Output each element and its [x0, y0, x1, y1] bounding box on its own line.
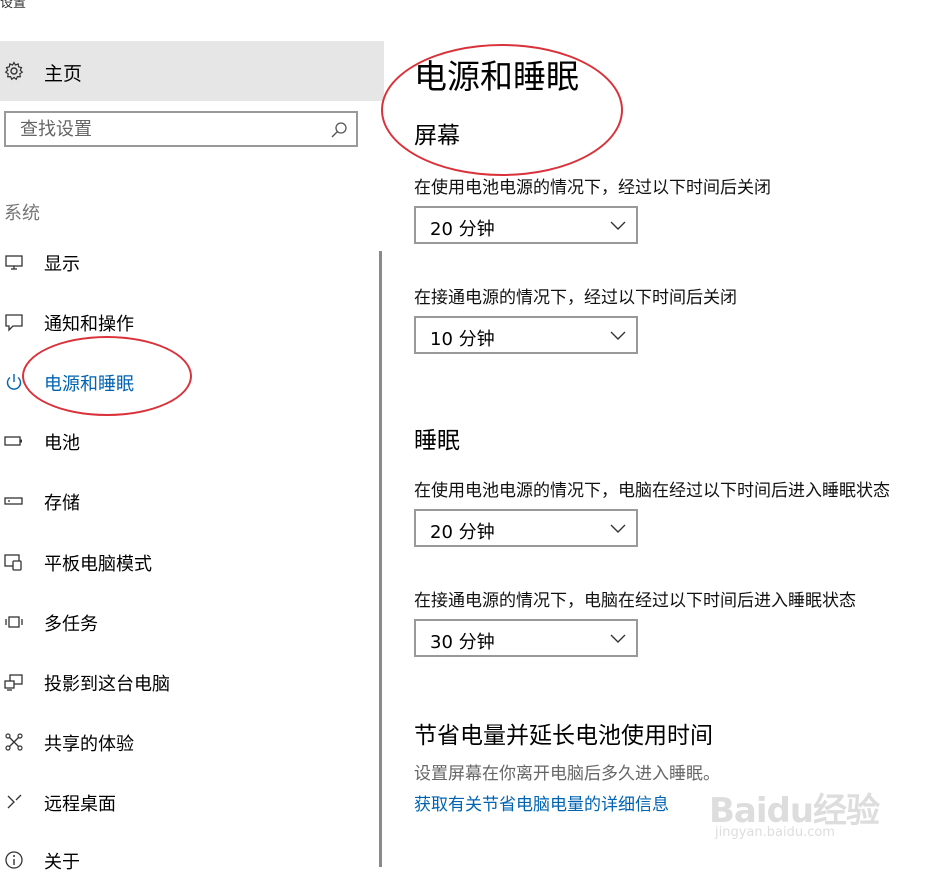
sidebar-item-notifications[interactable]: 通知和操作	[0, 302, 378, 342]
battery-icon	[4, 436, 22, 446]
sleep-battery-dropdown[interactable]: 20 分钟	[414, 509, 638, 547]
chevron-down-icon	[610, 634, 626, 643]
search-input[interactable]	[6, 113, 326, 145]
dropdown-value: 30 分钟	[430, 632, 495, 653]
monitor-icon	[5, 255, 23, 270]
power-tips-link[interactable]: 获取有关节省电脑电量的详细信息	[414, 790, 669, 815]
dropdown-value: 10 分钟	[430, 329, 495, 350]
save-power-heading: 节省电量并延长电池使用时间	[414, 723, 713, 749]
sidebar-item-label: 显示	[44, 254, 80, 275]
remote-desktop-icon	[7, 794, 22, 809]
sleep-section-heading: 睡眠	[414, 428, 460, 454]
sidebar-item-storage[interactable]: 存储	[0, 481, 378, 521]
shared-experience-icon	[5, 733, 23, 751]
sidebar-item-label: 通知和操作	[44, 314, 134, 335]
sleep-plugged-dropdown[interactable]: 30 分钟	[414, 619, 638, 657]
sidebar: 主页 系统 显示 通知和操作 电源和睡眠	[0, 0, 384, 873]
sidebar-item-tablet-mode[interactable]: 平板电脑模式	[0, 542, 378, 582]
screen-battery-dropdown[interactable]: 20 分钟	[414, 206, 638, 244]
screen-plugged-label: 在接通电源的情况下，经过以下时间后关闭	[414, 288, 737, 308]
notification-icon	[5, 314, 23, 332]
search-icon[interactable]	[330, 121, 348, 139]
chevron-down-icon	[610, 524, 626, 533]
tablet-mode-icon	[4, 554, 22, 571]
info-icon	[5, 851, 23, 869]
sidebar-scrollbar[interactable]	[379, 251, 382, 867]
sidebar-item-label: 存储	[44, 493, 80, 514]
dropdown-value: 20 分钟	[430, 522, 495, 543]
sidebar-item-label: 投影到这台电脑	[44, 674, 170, 695]
gear-icon	[4, 61, 24, 81]
chevron-down-icon	[610, 331, 626, 340]
sidebar-item-label: 关于	[44, 852, 80, 873]
screen-plugged-dropdown[interactable]: 10 分钟	[414, 316, 638, 354]
sidebar-item-battery[interactable]: 电池	[0, 421, 378, 461]
sidebar-home[interactable]: 主页	[0, 41, 384, 101]
project-icon	[4, 674, 23, 691]
sidebar-item-multitasking[interactable]: 多任务	[0, 602, 378, 642]
sidebar-item-label: 电池	[44, 433, 80, 454]
multitask-icon	[5, 616, 23, 628]
sidebar-item-about[interactable]: 关于	[0, 840, 378, 880]
sidebar-item-shared-experiences[interactable]: 共享的体验	[0, 722, 378, 762]
screen-section-heading: 屏幕	[414, 123, 460, 149]
sidebar-item-label: 多任务	[44, 614, 98, 635]
sidebar-home-label: 主页	[44, 63, 83, 85]
sidebar-item-label: 平板电脑模式	[44, 554, 152, 575]
save-power-description: 设置屏幕在你离开电脑后多久进入睡眠。	[414, 764, 720, 784]
sleep-plugged-label: 在接通电源的情况下，电脑在经过以下时间后进入睡眠状态	[414, 591, 856, 611]
storage-icon	[4, 497, 23, 505]
sidebar-item-label: 电源和睡眠	[44, 374, 134, 395]
sidebar-item-display[interactable]: 显示	[0, 242, 378, 282]
sidebar-item-remote-desktop[interactable]: 远程桌面	[0, 782, 378, 822]
sleep-battery-label: 在使用电池电源的情况下，电脑在经过以下时间后进入睡眠状态	[414, 481, 890, 501]
chevron-down-icon	[610, 221, 626, 230]
power-icon	[6, 374, 22, 390]
sidebar-item-projecting[interactable]: 投影到这台电脑	[0, 662, 378, 702]
sidebar-item-label: 共享的体验	[44, 734, 134, 755]
watermark-url: jingyan.baidu.com	[715, 825, 835, 840]
search-box	[4, 111, 358, 147]
sidebar-item-label: 远程桌面	[44, 794, 116, 815]
screen-battery-label: 在使用电池电源的情况下，经过以下时间后关闭	[414, 178, 771, 198]
dropdown-value: 20 分钟	[430, 219, 495, 240]
page-title: 电源和睡眠	[414, 57, 579, 96]
baidu-watermark: Baidu经验 jingyan.baidu.com	[705, 765, 880, 855]
main-content: 电源和睡眠 屏幕 在使用电池电源的情况下，经过以下时间后关闭 20 分钟 在接通…	[414, 0, 926, 867]
sidebar-section-label: 系统	[4, 203, 40, 224]
sidebar-item-power-sleep[interactable]: 电源和睡眠	[0, 362, 378, 402]
